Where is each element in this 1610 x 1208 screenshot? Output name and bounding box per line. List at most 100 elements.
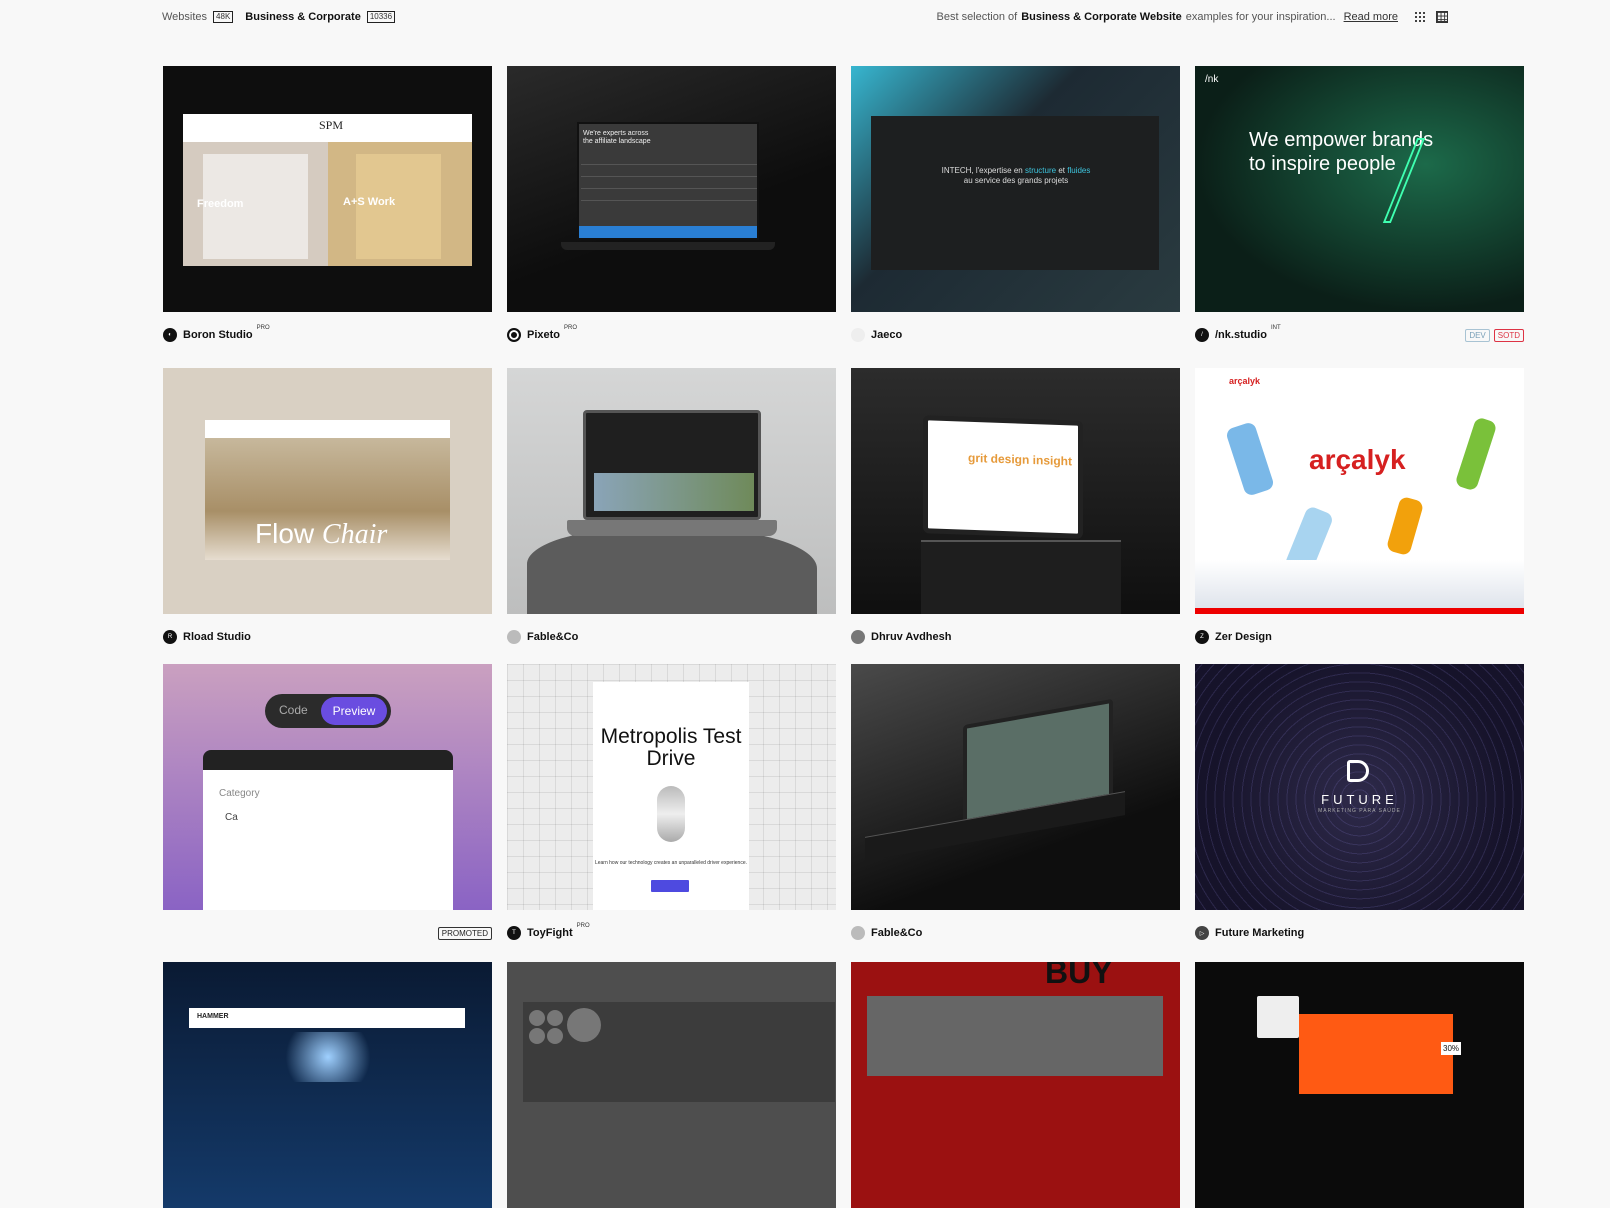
award-tags: DEV SOTD: [1465, 328, 1524, 342]
site-thumbnail[interactable]: grit design insight: [851, 368, 1180, 614]
site-thumbnail[interactable]: 30%: [1195, 962, 1524, 1208]
site-thumbnail[interactable]: Code Preview Category Ca: [163, 664, 492, 910]
site-thumbnail[interactable]: Metropolis Test Drive Learn how our tech…: [507, 664, 836, 910]
author-name[interactable]: Pixeto: [527, 329, 560, 341]
author-avatar[interactable]: Z: [1195, 630, 1209, 644]
read-more-link[interactable]: Read more: [1344, 11, 1398, 23]
site-thumbnail[interactable]: [507, 962, 836, 1208]
top-bar: Websites 48K Business & Corporate 10336 …: [0, 0, 1610, 36]
category-count-badge: 10336: [366, 11, 396, 23]
card-meta: PROMOTED: [163, 922, 492, 944]
author-name[interactable]: Rload Studio: [183, 631, 251, 643]
laptop-keyboard: [567, 520, 777, 536]
logo-dot: [567, 1008, 601, 1042]
site-card: HAMMER: [163, 962, 492, 1208]
thumb-row: [581, 164, 757, 174]
thumb-text-part: au service des grands projets: [963, 176, 1069, 185]
author-name[interactable]: Future Marketing: [1215, 927, 1304, 939]
logo-dot: [547, 1028, 563, 1044]
tier-badge: PRO: [576, 923, 590, 929]
thumb-page: Flow Chair: [205, 420, 450, 560]
author-name[interactable]: Jaeco: [871, 329, 902, 341]
thumb-cta-button: [651, 880, 689, 892]
site-thumbnail[interactable]: INTECH, l'expertise en structure et flui…: [851, 66, 1180, 312]
large-grid-icon[interactable]: [1436, 11, 1448, 23]
light-graphic: [273, 1032, 383, 1082]
site-card: INTECH, l'expertise en structure et flui…: [851, 66, 1180, 346]
dev-tag[interactable]: DEV: [1465, 328, 1490, 342]
thumb-row: [581, 200, 757, 210]
site-thumbnail[interactable]: BUY: [851, 962, 1180, 1208]
author-avatar[interactable]: [507, 328, 521, 342]
site-thumbnail[interactable]: [851, 664, 1180, 910]
promoted-tag: PROMOTED: [437, 926, 492, 940]
small-grid-icon[interactable]: [1414, 11, 1426, 23]
logo-dot: [547, 1010, 563, 1026]
card-meta: ◐ Boron Studio PRO: [163, 324, 492, 346]
category-field: Ca: [225, 812, 238, 823]
author-name[interactable]: Boron Studio: [183, 329, 253, 341]
author-name[interactable]: ToyFight: [527, 927, 573, 939]
site-thumbnail[interactable]: /nk We empower brands to inspire people: [1195, 66, 1524, 312]
author-avatar[interactable]: T: [507, 926, 521, 940]
author-avatar[interactable]: ◐: [163, 328, 177, 342]
author-name[interactable]: Dhruv Avdhesh: [871, 631, 951, 643]
thumb-text-highlight: structure: [1024, 166, 1057, 175]
thumb-panel: Category Ca: [203, 750, 453, 910]
author-name[interactable]: Fable&Co: [527, 631, 578, 643]
breadcrumb: Websites 48K Business & Corporate 10336: [162, 11, 401, 23]
thumb-logo: arçalyk: [1229, 376, 1261, 386]
laptop-screen: grit design insight: [923, 415, 1083, 539]
card-meta: Dhruv Avdhesh: [851, 626, 1180, 648]
preview-tab[interactable]: Preview: [321, 697, 387, 725]
author-name[interactable]: /nk.studio: [1215, 329, 1267, 341]
card-meta: Fable&Co: [507, 626, 836, 648]
thumb-text: Freedom: [197, 198, 244, 210]
tier-badge: PRO: [256, 325, 270, 331]
laptop-base: [561, 242, 775, 250]
thumb-title-b: Chair: [321, 519, 388, 550]
code-preview-toggle[interactable]: Code Preview: [265, 694, 391, 728]
site-card: FUTURE MARKETING PARA SAÚDE ▷ Future Mar…: [1195, 664, 1524, 944]
code-tab[interactable]: Code: [279, 703, 308, 717]
thumb-panel: [867, 996, 1163, 1076]
thumb-text: grit design insight: [968, 450, 1072, 469]
card-meta: Pixeto PRO: [507, 324, 836, 346]
author-avatar[interactable]: [851, 926, 865, 940]
sotd-tag[interactable]: SOTD: [1493, 328, 1524, 342]
author-avatar[interactable]: R: [163, 630, 177, 644]
thumb-row: [581, 176, 757, 186]
description-prefix: Best selection of: [936, 11, 1018, 23]
card-meta: Jaeco: [851, 324, 1180, 346]
thumb-icon: [1257, 996, 1299, 1038]
site-thumbnail[interactable]: FUTURE MARKETING PARA SAÚDE: [1195, 664, 1524, 910]
site-card: grit design insight Dhruv Avdhesh: [851, 368, 1180, 648]
breadcrumb-category[interactable]: Business & Corporate: [245, 11, 361, 23]
author-name[interactable]: Fable&Co: [871, 927, 922, 939]
future-logo: [1347, 760, 1369, 782]
author-avatar[interactable]: ▷: [1195, 926, 1209, 940]
laptop-screen: [583, 410, 761, 520]
thumb-brand: /nk: [1205, 74, 1219, 85]
site-thumbnail[interactable]: SPM Freedom A+S Work: [163, 66, 492, 312]
author-avatar[interactable]: [851, 630, 865, 644]
author-avatar[interactable]: /: [1195, 328, 1209, 342]
author-avatar[interactable]: [851, 328, 865, 342]
thumb-headline: BUY: [1045, 962, 1113, 990]
thumb-page: SPM Freedom A+S Work: [183, 114, 472, 266]
red-strip: [1195, 608, 1524, 614]
thumb-brand: arçalyk: [1309, 444, 1406, 475]
site-card: Metropolis Test Drive Learn how our tech…: [507, 664, 836, 944]
site-thumbnail[interactable]: Flow Chair: [163, 368, 492, 614]
promoted-card: Code Preview Category Ca PROMOTED: [163, 664, 492, 944]
site-thumbnail[interactable]: [507, 368, 836, 614]
site-card: Fable&Co: [851, 664, 1180, 944]
view-toggle: [1414, 11, 1448, 23]
site-card: We're experts across the affiliate lands…: [507, 66, 836, 346]
breadcrumb-websites[interactable]: Websites: [162, 11, 207, 23]
author-avatar[interactable]: [507, 630, 521, 644]
author-name[interactable]: Zer Design: [1215, 631, 1272, 643]
site-thumbnail[interactable]: arçalyk arçalyk: [1195, 368, 1524, 614]
site-thumbnail[interactable]: HAMMER: [163, 962, 492, 1208]
site-thumbnail[interactable]: We're experts across the affiliate lands…: [507, 66, 836, 312]
